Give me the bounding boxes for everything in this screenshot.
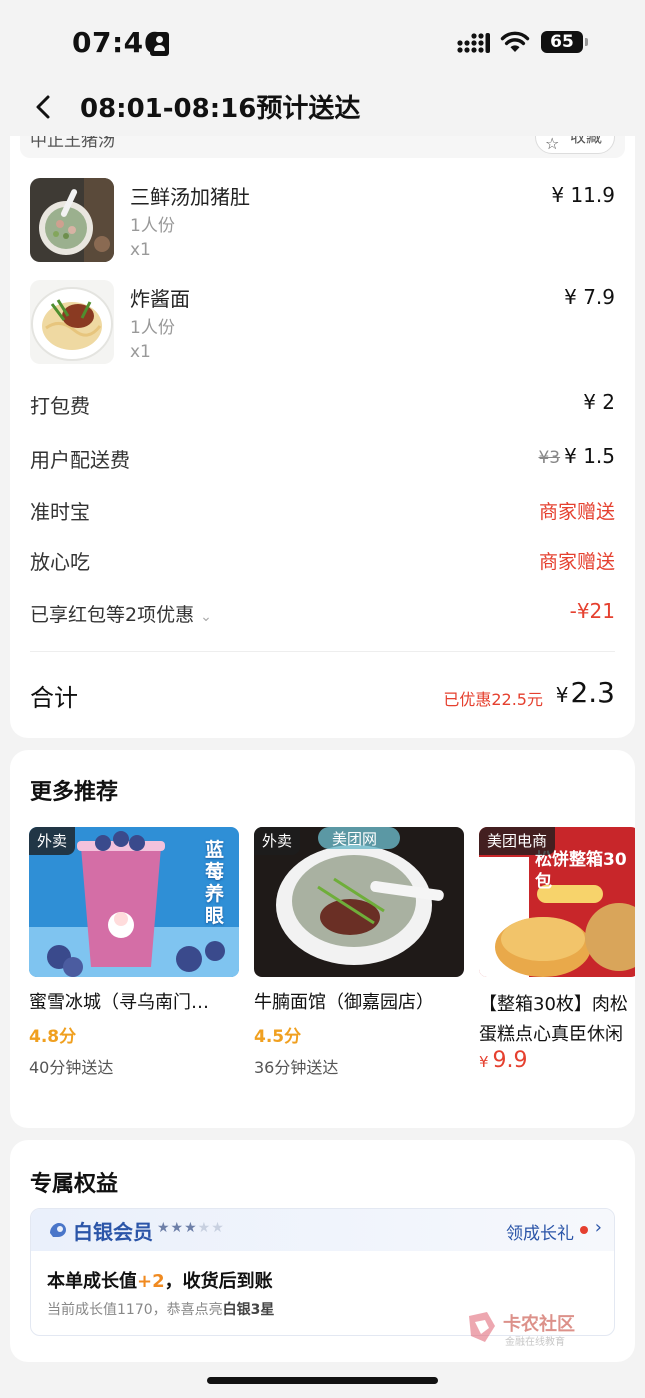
growth-info: 本单成长值+2，收货后到账 (47, 1267, 273, 1293)
noodles-image (30, 280, 114, 364)
rec-item-price: ¥9.9 (479, 1048, 528, 1073)
discount-summary[interactable]: 已享红包等2项优惠 ⌄ (30, 600, 212, 627)
item-quantity: x1 (130, 342, 151, 362)
order-summary-card: 中正王猪汤 ☆ 收藏 三鲜汤加猪肚 1人份 x1 ¥ 11.9 炸酱面 1人份 … (10, 100, 635, 738)
ontime-guarantee-value: 商家赠送 (538, 501, 615, 523)
soup-image (30, 178, 114, 262)
section-title: 更多推荐 (30, 780, 119, 805)
discount-value: -¥21 (569, 599, 615, 623)
battery-indicator: 65 (541, 31, 588, 53)
rec-item-name[interactable]: 牛腩面馆（御嘉园店） (254, 988, 466, 1014)
status-bar: 07:46 65 (0, 0, 645, 80)
delivery-fee-original: ¥3 (538, 448, 561, 468)
currency-symbol: ¥ (555, 683, 569, 707)
item-thumbnail[interactable] (30, 178, 114, 262)
item-name: 三鲜汤加猪肚 (130, 185, 250, 209)
rec-item-image[interactable]: 外卖 美团网 (254, 827, 464, 977)
item-price: ¥ 11.9 (551, 183, 615, 207)
rec-item-tag: 外卖 (29, 827, 76, 855)
item-price: ¥ 7.9 (564, 285, 615, 309)
rec-item-time: 36分钟送达 (254, 1058, 339, 1077)
food-safety-label[interactable]: 放心吃 (30, 546, 90, 575)
watermark-subtext: 金融在线教育 (505, 1337, 565, 1348)
delivery-fee-label: 用户配送费 (30, 448, 130, 472)
item-quantity: x1 (130, 240, 151, 260)
rec-item-price-number: 9.9 (492, 1048, 528, 1073)
total-label: 合计 (30, 684, 78, 712)
member-level: 白银会员 (73, 1220, 153, 1244)
nav-header: 08:01-08:16预计送达 (0, 80, 645, 136)
ontime-guarantee-label[interactable]: 准时宝 (30, 496, 90, 525)
currency-symbol: ¥ (479, 1053, 489, 1071)
total-amount: ¥2.3 (556, 676, 615, 709)
rec-item-image-text: 美团网 (332, 830, 378, 848)
growth-gift-link[interactable]: 领成长礼 (506, 1219, 574, 1244)
rec-item-time: 40分钟送达 (29, 1058, 114, 1077)
rec-item-image[interactable]: 美团电商 松饼整箱30包 (479, 827, 635, 977)
item-portion: 1人份 (130, 318, 175, 338)
growth-text: 本单成长值 (47, 1271, 137, 1292)
rec-item-score: 4.5分 (254, 1027, 302, 1047)
rec-item-name-line2[interactable]: 蛋糕点心真臣休闲 (479, 1020, 635, 1046)
rec-item-name[interactable]: 蜜雪冰城（寻乌南门… (29, 988, 241, 1014)
rec-item-tag: 外卖 (254, 827, 301, 855)
member-stars: ★★★★★ (157, 1220, 225, 1236)
id-card-icon (150, 32, 169, 56)
notification-dot (580, 1226, 588, 1234)
discount-label: 已享红包等2项优惠 (30, 604, 195, 626)
rec-item-image-text: 松饼整箱30包 (535, 850, 627, 892)
growth-plus: +2 (137, 1271, 165, 1292)
chevron-right-icon[interactable]: › (595, 1217, 602, 1238)
watermark: 卡农社区 金融在线教育 (465, 1310, 595, 1350)
packing-fee-value: ¥ 2 (583, 390, 615, 414)
chevron-down-icon: ⌄ (200, 609, 212, 625)
rec-item-tag: 美团电商 (479, 827, 556, 855)
growth-status-level: 白银3星 (222, 1302, 275, 1318)
total-saved: 已优惠22.5元 (443, 690, 543, 709)
total-number: 2.3 (570, 676, 615, 709)
watermark-logo-icon (469, 1312, 495, 1342)
back-arrow-icon[interactable] (30, 92, 58, 122)
growth-status: 当前成长值1170，恭喜点亮白银3星 (47, 1299, 274, 1319)
member-badge-icon (50, 1223, 66, 1237)
wifi-icon (500, 31, 530, 52)
home-indicator[interactable] (207, 1377, 438, 1384)
cellular-signal-icon (457, 33, 490, 53)
food-safety-value: 商家赠送 (538, 551, 615, 573)
growth-status-text: 当前成长值1170，恭喜点亮 (47, 1302, 223, 1318)
section-title: 专属权益 (30, 1172, 119, 1197)
delivery-fee-current: ¥ 1.5 (564, 444, 615, 468)
item-name: 炸酱面 (130, 287, 190, 311)
item-portion: 1人份 (130, 216, 175, 236)
rec-item-image[interactable]: 外卖 蓝莓养眼 (29, 827, 239, 977)
rec-item-name[interactable]: 【整箱30枚】肉松 (479, 990, 635, 1016)
divider (30, 651, 615, 652)
recommendations-card: 更多推荐 外卖 蓝莓养眼 蜜雪冰城（寻乌南门… 4.8分 40分钟送达 外卖 美… (10, 750, 635, 1128)
delivery-fee-value: ¥3 ¥ 1.5 (538, 444, 615, 468)
item-thumbnail[interactable] (30, 280, 114, 364)
rec-item-score: 4.8分 (29, 1027, 77, 1047)
page-title: 08:01-08:16预计送达 (80, 94, 361, 124)
rec-item-image-text: 蓝莓养眼 (205, 839, 225, 927)
packing-fee-label: 打包费 (30, 394, 90, 418)
growth-text-suffix: ，收货后到账 (164, 1271, 273, 1292)
